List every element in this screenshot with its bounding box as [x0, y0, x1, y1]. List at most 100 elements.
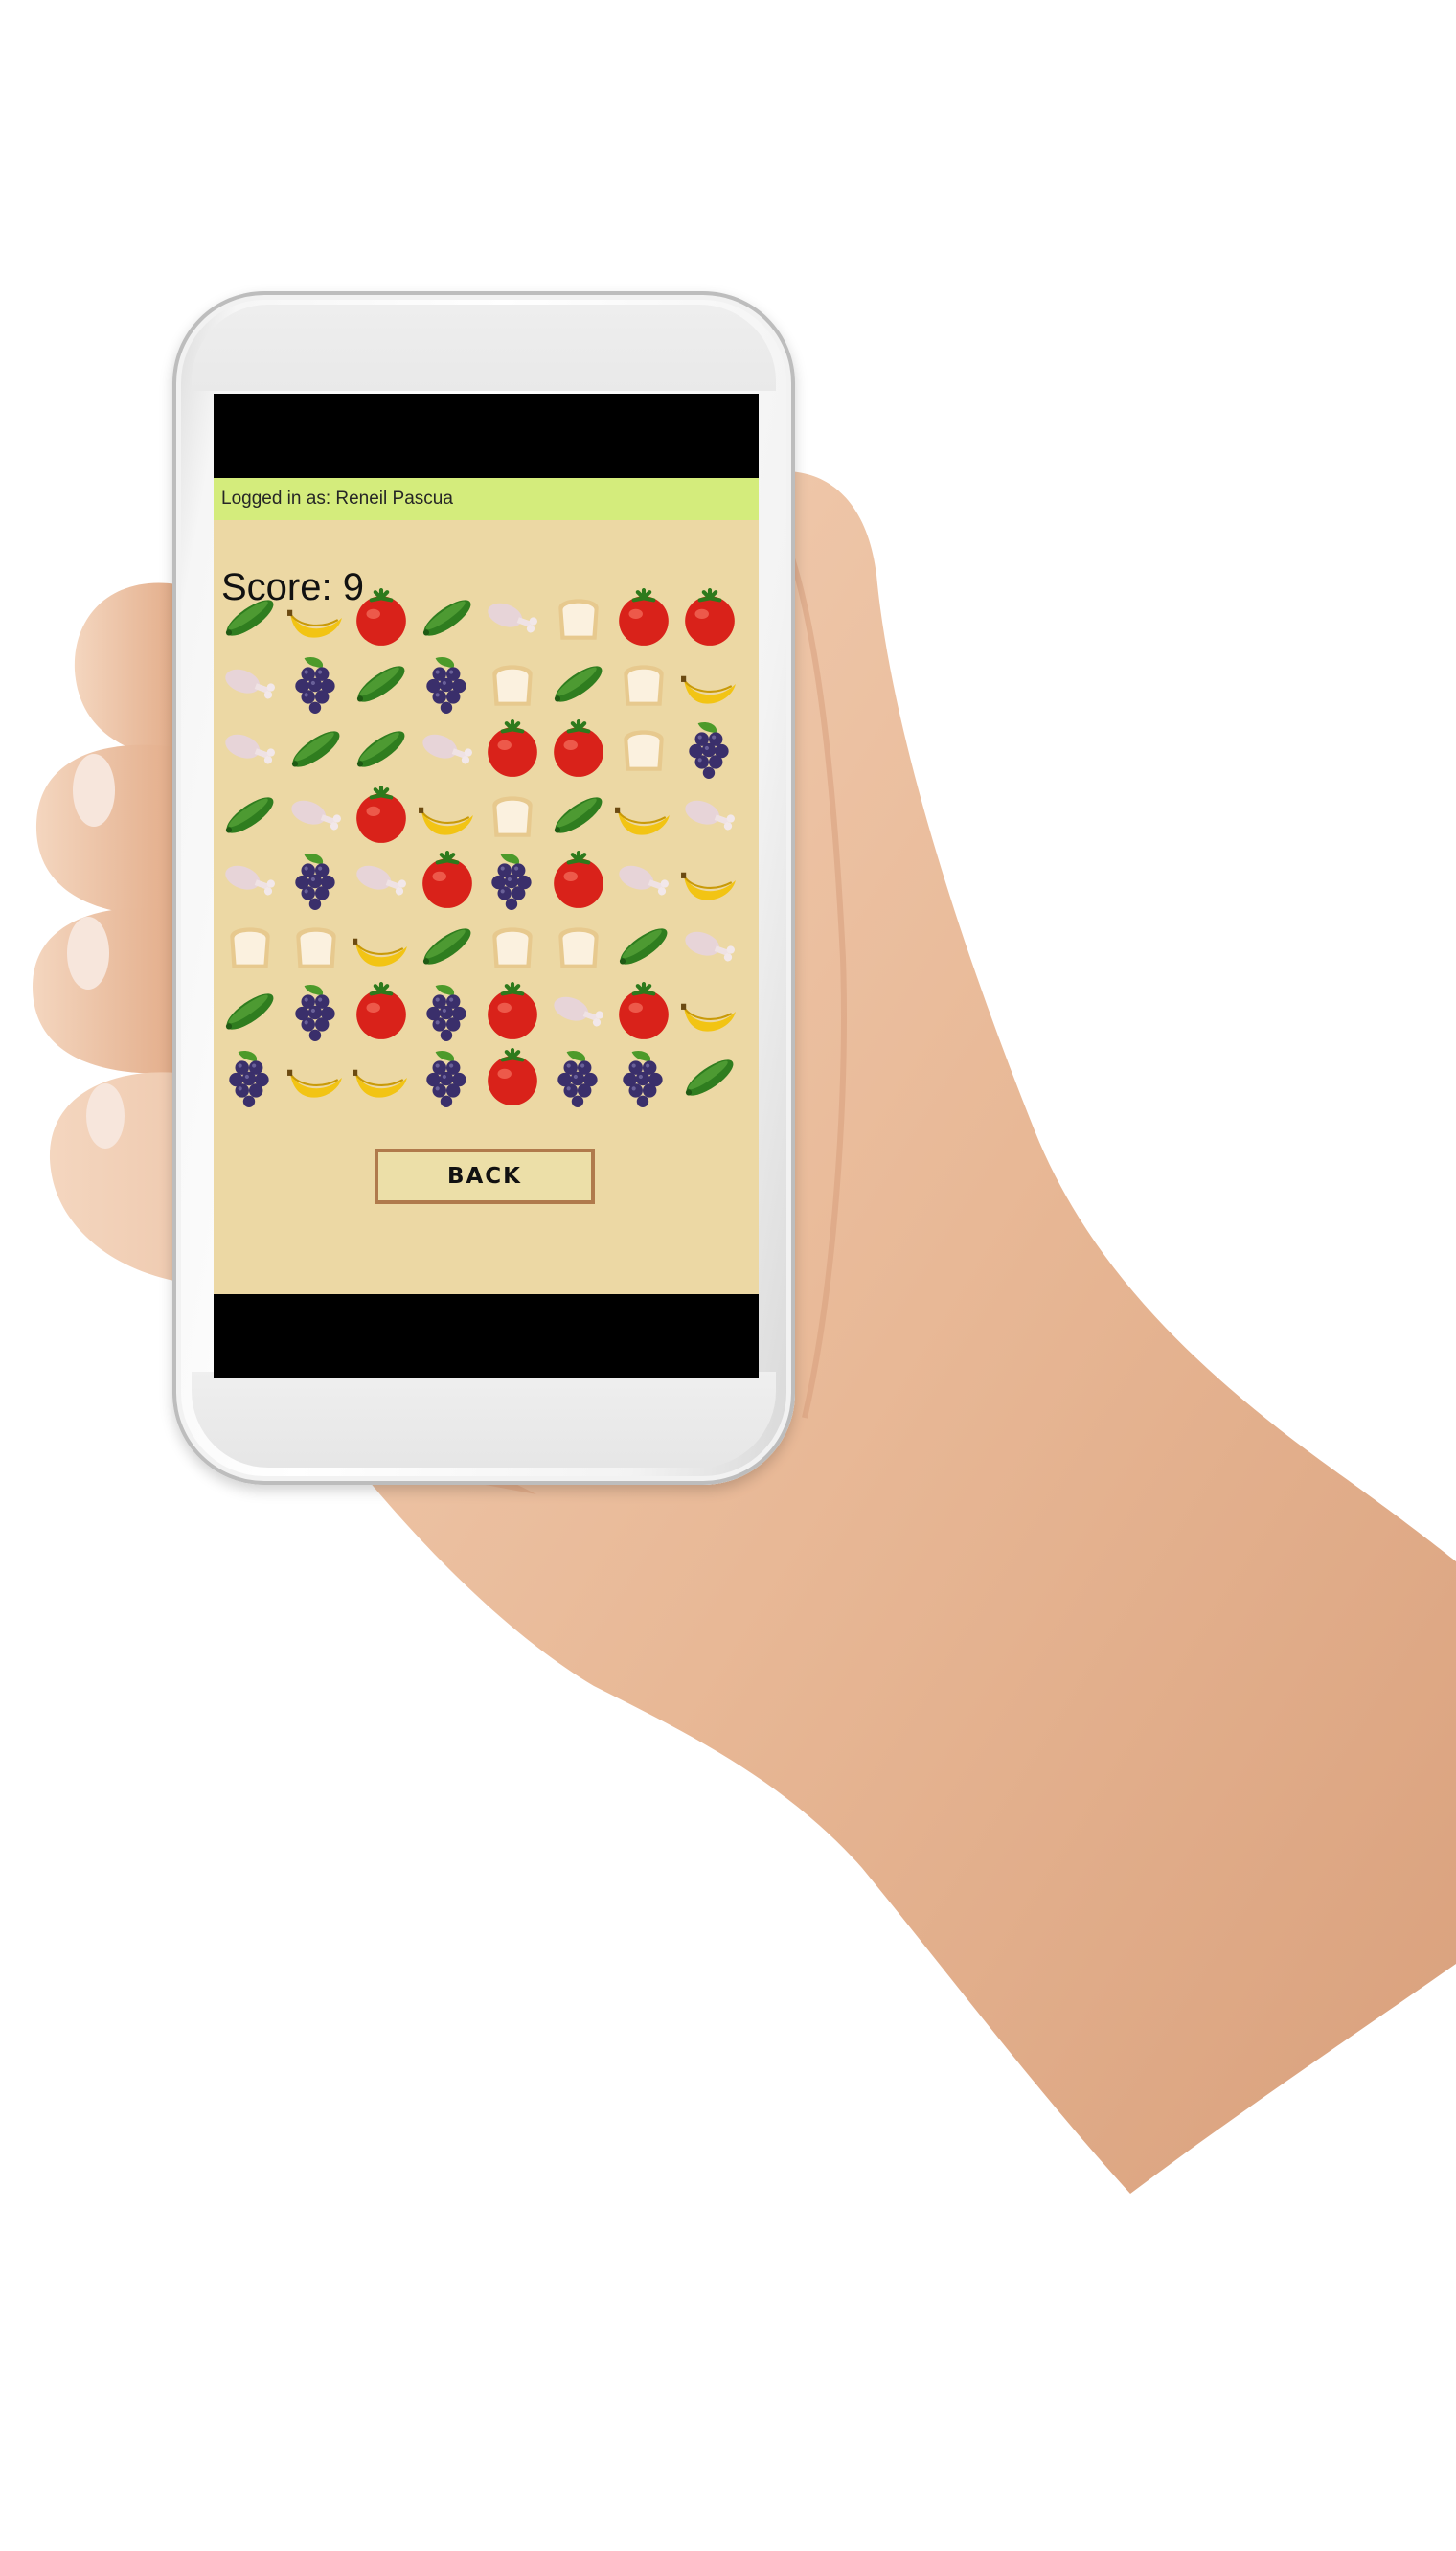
grapes-tile[interactable]	[480, 848, 545, 913]
cucumber-icon	[225, 796, 274, 833]
bread-tile[interactable]	[611, 717, 676, 782]
grapes-tile[interactable]	[415, 651, 480, 717]
banana-tile[interactable]	[349, 914, 414, 979]
tomato-tile[interactable]	[546, 717, 611, 782]
tomato-tile[interactable]	[611, 979, 676, 1044]
chicken-tile[interactable]	[284, 783, 349, 848]
chicken-tile[interactable]	[217, 717, 283, 782]
chicken-icon	[488, 603, 537, 633]
chicken-tile[interactable]	[677, 914, 742, 979]
chicken-tile[interactable]	[217, 848, 283, 913]
tomato-icon	[356, 785, 406, 843]
tomato-tile[interactable]	[677, 585, 742, 650]
chicken-tile[interactable]	[611, 848, 676, 913]
bread-tile[interactable]	[546, 914, 611, 979]
cucumber-tile[interactable]	[349, 651, 414, 717]
banana-icon	[680, 872, 736, 900]
banana-icon	[286, 609, 342, 638]
chicken-tile[interactable]	[217, 651, 283, 717]
chicken-icon	[290, 800, 341, 830]
cucumber-icon	[554, 665, 602, 702]
chicken-tile[interactable]	[349, 848, 414, 913]
banana-icon	[353, 1069, 407, 1098]
bread-icon	[557, 926, 599, 968]
bread-tile[interactable]	[284, 914, 349, 979]
tomato-icon	[488, 1047, 537, 1105]
grapes-icon	[623, 1050, 663, 1107]
tomato-icon	[553, 851, 603, 908]
tomato-icon	[488, 982, 537, 1039]
grapes-tile[interactable]	[415, 1045, 480, 1110]
tomato-tile[interactable]	[480, 979, 545, 1044]
tomato-tile[interactable]	[480, 717, 545, 782]
bread-tile[interactable]	[480, 783, 545, 848]
banana-icon	[418, 807, 473, 835]
banana-icon	[353, 938, 407, 967]
cucumber-tile[interactable]	[415, 914, 480, 979]
chicken-tile[interactable]	[415, 717, 480, 782]
tomato-icon	[553, 719, 603, 777]
cucumber-tile[interactable]	[415, 585, 480, 650]
cucumber-icon	[225, 600, 274, 636]
chicken-icon	[684, 931, 735, 961]
grapes-tile[interactable]	[415, 979, 480, 1044]
phone-bottom-bezel	[192, 1372, 776, 1468]
chicken-icon	[553, 996, 603, 1027]
cucumber-icon	[291, 731, 339, 767]
grapes-tile[interactable]	[611, 1045, 676, 1110]
bread-icon	[230, 926, 270, 968]
tomato-tile[interactable]	[611, 585, 676, 650]
cucumber-tile[interactable]	[677, 1045, 742, 1110]
cucumber-tile[interactable]	[217, 783, 283, 848]
cucumber-tile[interactable]	[217, 585, 283, 650]
grapes-tile[interactable]	[284, 651, 349, 717]
banana-tile[interactable]	[415, 783, 480, 848]
bread-tile[interactable]	[480, 914, 545, 979]
grapes-tile[interactable]	[677, 717, 742, 782]
grapes-icon	[425, 1050, 466, 1107]
banana-tile[interactable]	[677, 979, 742, 1044]
cucumber-tile[interactable]	[546, 783, 611, 848]
bread-tile[interactable]	[217, 914, 283, 979]
banana-tile[interactable]	[611, 783, 676, 848]
login-bar: Logged in as: Reneil Pascua	[214, 478, 759, 520]
banana-tile[interactable]	[284, 1045, 349, 1110]
banana-tile[interactable]	[349, 1045, 414, 1110]
back-button[interactable]: BACK	[375, 1149, 595, 1204]
banana-tile[interactable]	[677, 848, 742, 913]
grapes-icon	[425, 985, 466, 1041]
grapes-tile[interactable]	[284, 979, 349, 1044]
cucumber-tile[interactable]	[284, 717, 349, 782]
bread-tile[interactable]	[611, 651, 676, 717]
grapes-icon	[557, 1050, 598, 1107]
cucumber-tile[interactable]	[217, 979, 283, 1044]
cucumber-icon	[225, 993, 274, 1030]
grapes-tile[interactable]	[546, 1045, 611, 1110]
cucumber-tile[interactable]	[611, 914, 676, 979]
banana-tile[interactable]	[677, 651, 742, 717]
bread-tile[interactable]	[480, 651, 545, 717]
tomato-tile[interactable]	[349, 585, 414, 650]
tomato-tile[interactable]	[480, 1045, 545, 1110]
bread-icon	[492, 664, 533, 706]
cucumber-tile[interactable]	[546, 651, 611, 717]
chicken-icon	[684, 800, 735, 830]
cucumber-icon	[685, 1059, 733, 1096]
tomato-tile[interactable]	[546, 848, 611, 913]
chicken-tile[interactable]	[480, 585, 545, 650]
grapes-icon	[294, 985, 335, 1041]
bread-icon	[492, 926, 533, 968]
chicken-tile[interactable]	[677, 783, 742, 848]
phone-top-bezel	[192, 305, 776, 391]
tomato-tile[interactable]	[349, 979, 414, 1044]
tomato-tile[interactable]	[415, 848, 480, 913]
chicken-tile[interactable]	[546, 979, 611, 1044]
grapes-icon	[229, 1050, 269, 1107]
bread-tile[interactable]	[546, 585, 611, 650]
tomato-tile[interactable]	[349, 783, 414, 848]
grapes-tile[interactable]	[284, 848, 349, 913]
grapes-tile[interactable]	[217, 1045, 283, 1110]
chicken-icon	[225, 669, 275, 698]
cucumber-tile[interactable]	[349, 717, 414, 782]
banana-tile[interactable]	[284, 585, 349, 650]
